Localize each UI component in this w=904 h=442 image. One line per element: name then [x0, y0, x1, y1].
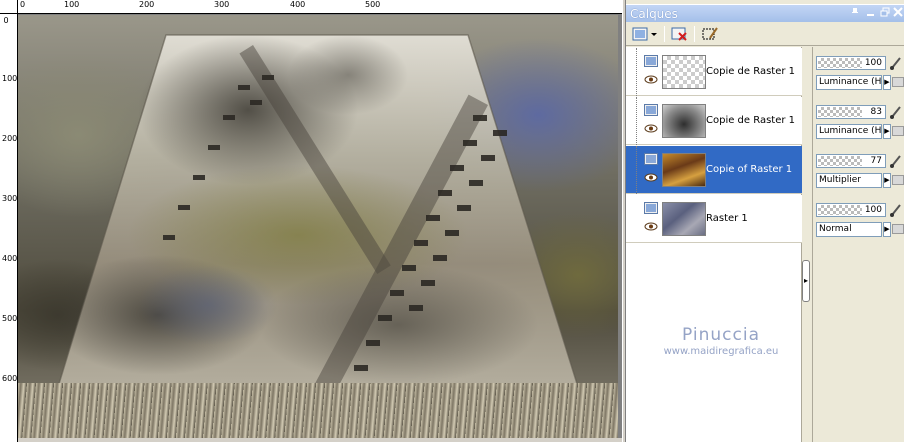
- ruler-horizontal: 0 100 200 300 400 500: [18, 0, 622, 14]
- ruler-label: 500: [2, 314, 18, 323]
- artwork-illustration: [48, 34, 580, 423]
- blend-mode-select[interactable]: Multiplier: [816, 173, 882, 188]
- blend-mode-select[interactable]: Luminance (H): [816, 75, 882, 90]
- collapse-arrow-icon[interactable]: ▸: [802, 260, 810, 302]
- visibility-eye-icon[interactable]: [644, 124, 658, 133]
- opacity-value: 83: [870, 107, 882, 117]
- minimize-icon[interactable]: [864, 7, 877, 20]
- close-icon[interactable]: [891, 7, 904, 20]
- palette-title: Calques: [630, 7, 678, 21]
- layer-thumbnail: [662, 55, 706, 89]
- ruler-label: 100: [2, 74, 18, 83]
- ruler-label: 400: [290, 0, 306, 9]
- palette-toolbar: [626, 22, 904, 46]
- layer-thumbnail: [662, 202, 706, 236]
- watermark-name: Pinuccia: [682, 325, 760, 345]
- layer-name: Copie de Raster 1: [706, 66, 796, 77]
- layer-properties: 100 Luminance (H) ▶: [813, 51, 904, 99]
- opacity-value: 100: [864, 58, 882, 68]
- opacity-slider[interactable]: 83: [816, 105, 886, 119]
- image-canvas-area[interactable]: 0 100 200 300 400 500 0 100 200 300 400 …: [0, 0, 622, 442]
- layer-tree-line: [636, 48, 637, 96]
- layer-name: Raster 1: [706, 213, 748, 224]
- opacity-value: 77: [870, 156, 882, 166]
- ruler-label: 0: [3, 16, 9, 25]
- lock-icon[interactable]: [892, 175, 904, 185]
- opacity-gradient: [818, 205, 862, 215]
- opacity-slider[interactable]: 77: [816, 154, 886, 168]
- dropdown-arrow-icon[interactable]: ▶: [883, 173, 891, 188]
- watermark: Pinuccia www.maidiregrafica.eu: [656, 325, 786, 357]
- layer-name: Copie of Raster 1: [706, 164, 793, 175]
- edit-selection-icon[interactable]: [700, 25, 720, 43]
- artwork-image[interactable]: [18, 15, 618, 438]
- ruler-label: 100: [64, 0, 80, 9]
- new-layer-icon[interactable]: [632, 25, 658, 43]
- opacity-slider[interactable]: 100: [816, 203, 886, 217]
- brush-icon[interactable]: [889, 154, 903, 168]
- layer-row[interactable]: Copie de Raster 1: [626, 48, 802, 96]
- layer-properties: 100 Normal ▶: [813, 198, 904, 246]
- raster-layer-icon: [644, 104, 658, 116]
- ruler-corner: [0, 0, 18, 14]
- opacity-gradient: [818, 107, 862, 117]
- psp-workspace: 0 100 200 300 400 500 0 100 200 300 400 …: [0, 0, 904, 442]
- layer-row-selected[interactable]: Copie of Raster 1: [626, 146, 802, 194]
- layer-row[interactable]: Raster 1: [626, 195, 802, 243]
- layer-list: Copie de Raster 1 Copie de Raster 1 Copi…: [626, 47, 802, 442]
- pin-icon[interactable]: [848, 7, 861, 20]
- layer-thumbnail: [662, 153, 706, 187]
- ruler-label: 400: [2, 254, 18, 263]
- visibility-eye-icon[interactable]: [644, 173, 658, 182]
- toolbar-separator: [694, 26, 695, 42]
- raster-layer-icon: [644, 153, 658, 165]
- raster-layer-icon: [644, 55, 658, 67]
- ruler-vertical: 0 100 200 300 400 500 600: [0, 14, 18, 442]
- layer-properties-column: 100 Luminance (H) ▶ 83 Luminance (H) ▶ 7…: [812, 47, 904, 442]
- watermark-url: www.maidiregrafica.eu: [663, 346, 779, 357]
- raster-layer-icon: [644, 202, 658, 214]
- visibility-eye-icon[interactable]: [644, 75, 658, 84]
- layer-tree-line: [636, 146, 637, 194]
- brush-icon[interactable]: [889, 203, 903, 217]
- lock-icon[interactable]: [892, 126, 904, 136]
- layer-row[interactable]: Copie de Raster 1: [626, 97, 802, 145]
- toolbar-separator: [664, 26, 665, 42]
- layer-tree-line: [636, 97, 637, 145]
- delete-layer-icon[interactable]: [670, 25, 690, 43]
- blend-mode-select[interactable]: Luminance (H): [816, 124, 882, 139]
- opacity-value: 100: [864, 205, 882, 215]
- brush-icon[interactable]: [889, 105, 903, 119]
- opacity-slider[interactable]: 100: [816, 56, 886, 70]
- blend-mode-select[interactable]: Normal: [816, 222, 882, 237]
- ruler-label: 200: [139, 0, 155, 9]
- layers-palette: Calques Copie de Raster 1 Copie de Raste…: [626, 0, 904, 442]
- ruler-label: 0: [20, 0, 26, 9]
- layer-name: Copie de Raster 1: [706, 115, 796, 126]
- ruler-label: 600: [2, 374, 18, 383]
- opacity-gradient: [818, 156, 862, 166]
- ruler-label: 300: [214, 0, 230, 9]
- brush-icon[interactable]: [889, 56, 903, 70]
- dropdown-arrow-icon[interactable]: ▶: [883, 124, 891, 139]
- dropdown-arrow-icon[interactable]: ▶: [883, 222, 891, 237]
- ground-texture: [18, 383, 618, 438]
- layer-properties: 77 Multiplier ▶: [813, 149, 904, 197]
- opacity-gradient: [818, 58, 862, 68]
- ruler-label: 300: [2, 194, 18, 203]
- ruler-label: 500: [365, 0, 381, 9]
- lock-icon[interactable]: [892, 224, 904, 234]
- palette-title-bar[interactable]: Calques: [626, 4, 904, 22]
- canvas-scrollbar[interactable]: [18, 438, 622, 442]
- layer-properties: 83 Luminance (H) ▶: [813, 100, 904, 148]
- layer-thumbnail: [662, 104, 706, 138]
- lock-icon[interactable]: [892, 77, 904, 87]
- visibility-eye-icon[interactable]: [644, 222, 658, 231]
- ruler-label: 200: [2, 134, 18, 143]
- dropdown-arrow-icon[interactable]: ▶: [883, 75, 891, 90]
- restore-icon[interactable]: [878, 7, 891, 20]
